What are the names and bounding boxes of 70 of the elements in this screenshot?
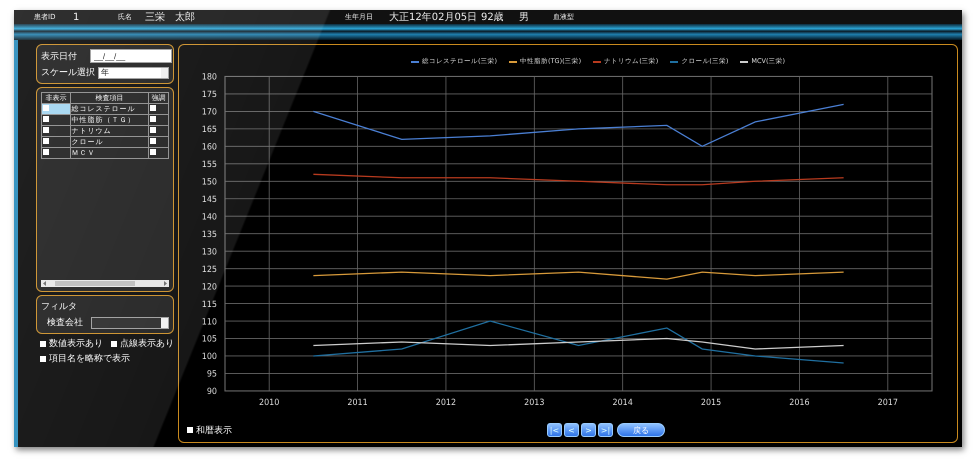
nav-button[interactable]: |< — [547, 423, 562, 437]
hide-cell[interactable] — [42, 104, 70, 114]
axis-label: 2016 — [789, 396, 810, 407]
checkbox[interactable] — [43, 116, 49, 122]
field-value: 92歳 — [481, 10, 505, 24]
checkbox[interactable] — [150, 138, 156, 144]
axis-label: 175 — [202, 88, 217, 100]
checkbox[interactable] — [111, 340, 117, 346]
date-field[interactable]: __/__/__ — [90, 49, 172, 63]
wareki-label: 和暦表示 — [196, 424, 232, 436]
company-select[interactable] — [91, 316, 169, 328]
checkbox[interactable] — [43, 138, 49, 144]
axis-label: 2015 — [700, 396, 722, 407]
option-label: 数値表示あり — [49, 338, 103, 350]
field-value: 大正12年02月05日 — [389, 10, 478, 24]
checkbox[interactable] — [43, 127, 49, 133]
date-label: 表示日付 — [41, 50, 77, 62]
company-label: 検査会社 — [47, 316, 83, 329]
nav-button[interactable]: >| — [598, 423, 613, 437]
axis-label: 135 — [202, 228, 217, 239]
axis-label: 120 — [202, 281, 217, 292]
checkbox[interactable] — [150, 149, 156, 155]
scrollbar[interactable] — [41, 280, 169, 287]
axis-label: 2013 — [524, 396, 544, 407]
left-arrow-icon[interactable] — [41, 280, 48, 287]
axis-label: 2011 — [347, 396, 368, 407]
back-button[interactable]: 戻る — [617, 423, 665, 437]
axis-label: 2012 — [436, 396, 456, 407]
checkbox[interactable] — [150, 116, 156, 122]
axis-label: 2010 — [259, 396, 280, 407]
axis-label: 155 — [202, 158, 217, 170]
axis-label: 105 — [202, 333, 217, 344]
axis-label: 170 — [202, 106, 217, 117]
axis-label: 95 — [206, 368, 217, 379]
option-label: 項目名を略称で表示 — [49, 352, 130, 365]
nav-button[interactable]: < — [564, 423, 579, 437]
field-value: 三栄 太郎 — [145, 10, 196, 24]
scale-select[interactable]: 年 — [98, 66, 169, 78]
axis-label: 125 — [202, 264, 217, 274]
filter-title: フィルタ — [41, 301, 78, 313]
axis-label: 110 — [202, 316, 217, 326]
field-value: 1 — [73, 12, 80, 22]
checkbox[interactable] — [40, 340, 46, 346]
nav-button[interactable]: > — [581, 423, 596, 437]
axis-label: 115 — [202, 298, 217, 309]
axis-label: 130 — [202, 246, 217, 256]
right-arrow-icon[interactable] — [162, 280, 169, 287]
axis-label: 2017 — [878, 396, 898, 407]
axis-label: 180 — [202, 71, 217, 82]
hide-cell[interactable] — [42, 126, 70, 136]
axis-label: 2014 — [612, 396, 633, 407]
option-label: 点線表示あり — [120, 338, 174, 350]
axis-label: 140 — [202, 211, 217, 222]
axis-label: 160 — [202, 141, 217, 152]
field-value: 男 — [519, 11, 530, 24]
checkbox[interactable] — [150, 105, 156, 111]
axis-label: 100 — [202, 350, 217, 362]
axis-label: 150 — [202, 176, 217, 187]
axis-label: 90 — [206, 386, 217, 396]
checkbox[interactable] — [43, 105, 49, 111]
hide-cell[interactable] — [42, 114, 70, 126]
axis-label: 145 — [202, 194, 217, 204]
scale-label: スケール選択 — [41, 66, 95, 79]
checkbox[interactable] — [187, 427, 193, 433]
axis-label: 165 — [202, 124, 217, 134]
hide-cell[interactable] — [42, 136, 70, 148]
hide-cell[interactable] — [42, 148, 70, 158]
checkbox[interactable] — [40, 356, 46, 362]
checkbox[interactable] — [43, 149, 49, 155]
checkbox[interactable] — [150, 127, 156, 133]
